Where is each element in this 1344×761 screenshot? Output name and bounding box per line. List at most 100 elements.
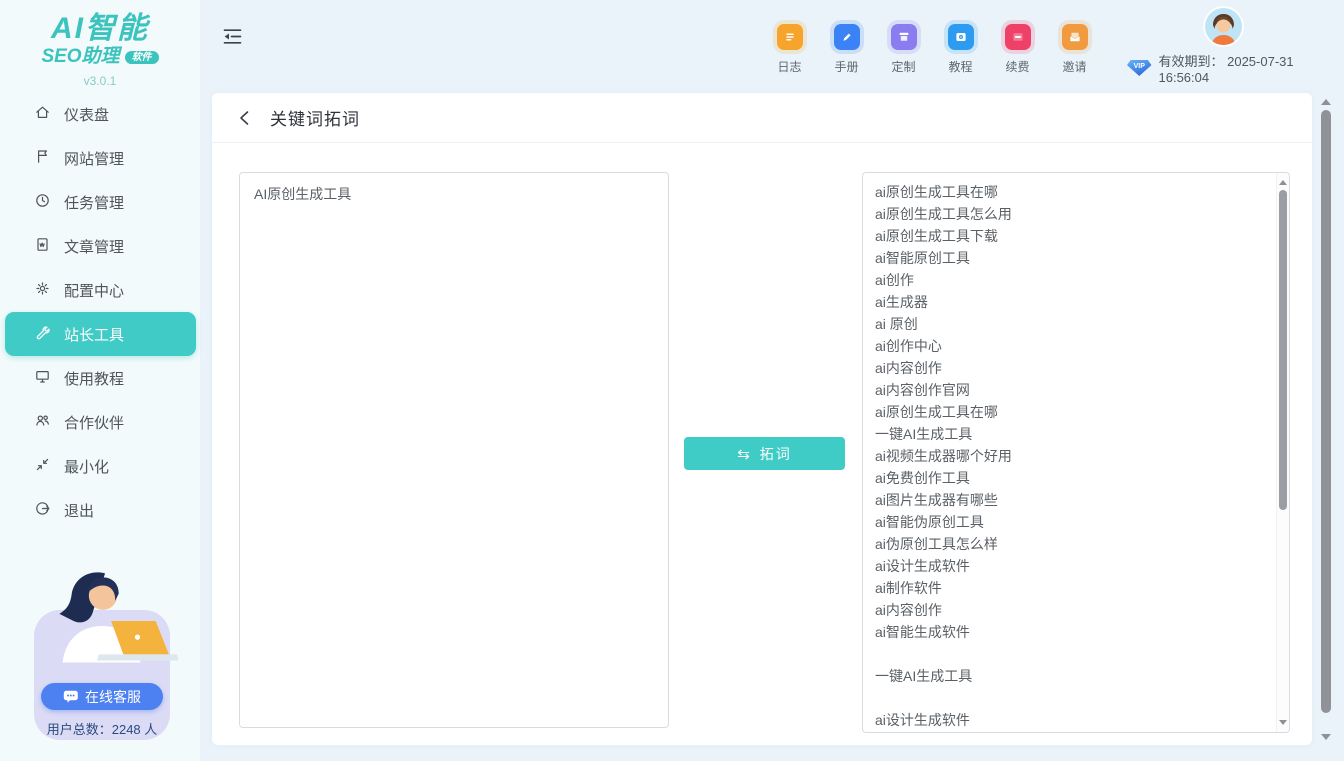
header-action-custom[interactable]: 定制 bbox=[885, 24, 922, 75]
keyword-result[interactable]: ai原创生成工具下载 bbox=[875, 225, 1275, 247]
sidebar-item-label: 仪表盘 bbox=[64, 104, 109, 125]
keyword-result[interactable]: ai内容创作官网 bbox=[875, 379, 1275, 401]
sidebar-item-tasks[interactable]: 任务管理 bbox=[0, 180, 200, 224]
keyword-result[interactable]: ai设计生成软件 bbox=[875, 709, 1275, 731]
results-scrollbar-thumb[interactable] bbox=[1279, 190, 1287, 510]
app-logo: AI智能 SEO助理 软件 v3.0.1 bbox=[0, 0, 200, 88]
keyword-result[interactable]: ai免费创作工具 bbox=[875, 467, 1275, 489]
header-action-log[interactable]: 日志 bbox=[771, 24, 808, 75]
page-scroll-down-arrow[interactable] bbox=[1321, 734, 1331, 740]
monitor-icon bbox=[34, 368, 51, 389]
renew-icon bbox=[1005, 24, 1031, 50]
user-avatar[interactable] bbox=[1205, 8, 1242, 45]
keyword-result[interactable]: ai设计生成软件 bbox=[875, 555, 1275, 577]
sidebar-item-tutorials[interactable]: 使用教程 bbox=[0, 356, 200, 400]
keyword-result[interactable]: ai 原创 bbox=[875, 313, 1275, 335]
sidebar-item-webmaster-tools[interactable]: 站长工具 bbox=[5, 312, 196, 356]
manual-icon bbox=[834, 24, 860, 50]
customer-service-illustration bbox=[26, 563, 178, 685]
keyword-result[interactable]: ai原创生成工具怎么用 bbox=[875, 203, 1275, 225]
keyword-results-list: ai原创生成工具在哪 ai原创生成工具怎么用 ai原创生成工具下载 ai智能原创… bbox=[863, 173, 1275, 731]
wrench-icon bbox=[34, 324, 51, 345]
qa-label: 日志 bbox=[777, 58, 801, 75]
main-content-card: 关键词拓词 AI原创生成工具 ⇆ 拓词 ai原创生成工具在哪 ai原创生成工具怎… bbox=[212, 93, 1312, 745]
header-action-invite[interactable]: 邀请 bbox=[1056, 24, 1093, 75]
keyword-result[interactable]: 一键AI生成工具 bbox=[875, 423, 1275, 445]
clock-icon bbox=[34, 192, 51, 213]
sidebar: AI智能 SEO助理 软件 v3.0.1 仪表盘 网站管理 任务管理 文 bbox=[0, 0, 200, 761]
sidebar-item-label: 网站管理 bbox=[64, 148, 124, 169]
keyword-result[interactable]: ai图片生成器有哪些 bbox=[875, 489, 1275, 511]
keyword-result[interactable]: ai智能伪原创工具 bbox=[875, 511, 1275, 533]
results-scrollbar bbox=[1276, 173, 1289, 732]
keyword-result[interactable]: 一键AI生成工具 bbox=[875, 665, 1275, 687]
qa-label: 定制 bbox=[891, 58, 915, 75]
qa-label: 续费 bbox=[1005, 58, 1029, 75]
keyword-input[interactable]: AI原创生成工具 bbox=[239, 172, 669, 728]
keyword-result[interactable]: ai智能生成软件 bbox=[875, 621, 1275, 643]
gear-icon bbox=[34, 280, 51, 301]
expand-keywords-button[interactable]: ⇆ 拓词 bbox=[684, 437, 845, 470]
keyword-result[interactable]: ai创作中心 bbox=[875, 335, 1275, 357]
invite-icon bbox=[1062, 24, 1088, 50]
keyword-results-box: ai原创生成工具在哪 ai原创生成工具怎么用 ai原创生成工具下载 ai智能原创… bbox=[862, 172, 1290, 733]
logo-badge: 软件 bbox=[125, 51, 159, 64]
header-action-renew[interactable]: 续费 bbox=[999, 24, 1036, 75]
qa-label: 手册 bbox=[834, 58, 858, 75]
sidebar-item-label: 退出 bbox=[64, 500, 94, 521]
page-scrollbar-thumb[interactable] bbox=[1321, 110, 1331, 713]
membership-status: VIP 有效期到： 2025-07-31 16:56:04 bbox=[1127, 51, 1344, 85]
sidebar-item-minimize[interactable]: 最小化 bbox=[0, 444, 200, 488]
scroll-down-arrow[interactable] bbox=[1279, 720, 1287, 725]
minimize-icon bbox=[34, 456, 51, 477]
total-users-label: 用户总数： bbox=[47, 722, 112, 737]
header-quick-actions: 日志 手册 定制 教程 续费 邀请 bbox=[771, 24, 1093, 75]
partners-icon bbox=[34, 412, 51, 433]
sidebar-item-websites[interactable]: 网站管理 bbox=[0, 136, 200, 180]
qa-label: 教程 bbox=[948, 58, 972, 75]
sidebar-item-partners[interactable]: 合作伙伴 bbox=[0, 400, 200, 444]
keyword-result[interactable]: ai伪原创工具怎么样 bbox=[875, 533, 1275, 555]
app-window: AI智能 SEO助理 软件 v3.0.1 仪表盘 网站管理 任务管理 文 bbox=[0, 0, 1344, 761]
keyword-result[interactable]: ai内容创作 bbox=[875, 599, 1275, 621]
online-support-label: 在线客服 bbox=[85, 687, 141, 707]
total-users: 用户总数：2248 人 bbox=[0, 719, 204, 738]
log-icon bbox=[777, 24, 803, 50]
keyword-result[interactable]: ai生成器 bbox=[875, 291, 1275, 313]
keyword-result[interactable]: ai原创生成工具在哪 bbox=[875, 181, 1275, 203]
sidebar-item-label: 任务管理 bbox=[64, 192, 124, 213]
sidebar-item-label: 配置中心 bbox=[64, 280, 124, 301]
qa-label: 邀请 bbox=[1062, 58, 1086, 75]
page-scroll-up-arrow[interactable] bbox=[1321, 99, 1331, 105]
sidebar-item-articles[interactable]: 文章管理 bbox=[0, 224, 200, 268]
logo-line2: SEO助理 bbox=[41, 47, 119, 68]
app-version: v3.0.1 bbox=[0, 75, 200, 88]
header-action-manual[interactable]: 手册 bbox=[828, 24, 865, 75]
logout-icon bbox=[34, 500, 51, 521]
total-users-value: 2248 人 bbox=[112, 722, 158, 737]
logo-line1: AI智能 bbox=[0, 12, 200, 45]
scroll-up-arrow[interactable] bbox=[1279, 180, 1287, 185]
keyword-result[interactable]: ai内容创作 bbox=[875, 357, 1275, 379]
keyword-result[interactable]: ai视频生成器哪个好用 bbox=[875, 445, 1275, 467]
sidebar-item-logout[interactable]: 退出 bbox=[0, 488, 200, 532]
keyword-result[interactable]: ai智能原创工具 bbox=[875, 247, 1275, 269]
keyword-result[interactable]: ai原创生成工具在哪 bbox=[875, 401, 1275, 423]
sidebar-nav: 仪表盘 网站管理 任务管理 文章管理 配置中心 站长工具 bbox=[0, 92, 200, 532]
vip-icon: VIP bbox=[1127, 60, 1152, 76]
online-support-button[interactable]: 在线客服 bbox=[41, 683, 163, 710]
collapse-sidebar-button[interactable] bbox=[222, 27, 246, 51]
page-header: 关键词拓词 bbox=[212, 93, 1312, 143]
back-button[interactable] bbox=[238, 109, 254, 127]
tutorial-icon bbox=[948, 24, 974, 50]
document-icon bbox=[34, 236, 51, 257]
flag-icon bbox=[34, 148, 51, 169]
keyword-result-blank bbox=[875, 687, 1275, 709]
custom-icon bbox=[891, 24, 917, 50]
keyword-result[interactable]: ai制作软件 bbox=[875, 577, 1275, 599]
sidebar-item-config[interactable]: 配置中心 bbox=[0, 268, 200, 312]
page-title: 关键词拓词 bbox=[270, 105, 360, 130]
header-action-tutorial[interactable]: 教程 bbox=[942, 24, 979, 75]
sidebar-item-dashboard[interactable]: 仪表盘 bbox=[0, 92, 200, 136]
keyword-result[interactable]: ai创作 bbox=[875, 269, 1275, 291]
